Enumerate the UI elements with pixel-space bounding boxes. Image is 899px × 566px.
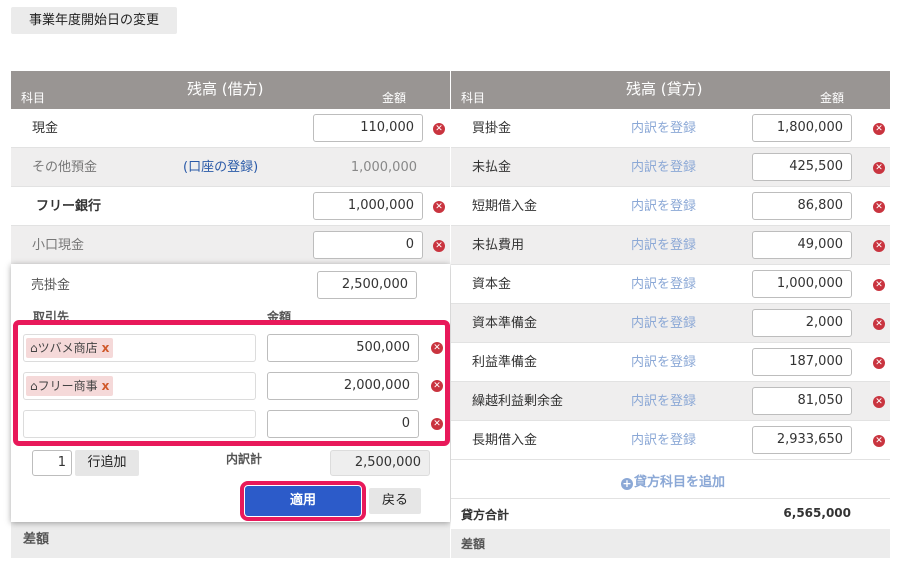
debit-col-amount: 金額 <box>382 91 407 105</box>
row-count-input[interactable]: 1 <box>32 450 72 476</box>
amount-input[interactable]: 2,933,650 <box>752 426 852 454</box>
breakdown-link[interactable]: 内訳を登録 <box>631 148 696 187</box>
register-account-link[interactable]: (口座の登録) <box>183 148 258 187</box>
account-name: 未払金 <box>472 160 512 175</box>
account-name: フリー銀行 <box>36 199 102 214</box>
amount-input[interactable]: 110,000 <box>313 114 423 142</box>
debit-diff-row: 差額 <box>11 522 450 558</box>
breakdown-link[interactable]: 内訳を登録 <box>631 343 696 382</box>
amount-input[interactable]: 1,000,000 <box>752 270 852 298</box>
account-name: 買掛金 <box>472 121 512 136</box>
account-name: 繰越利益剰余金 <box>472 394 564 409</box>
remove-icon[interactable]: ✕ <box>873 279 885 291</box>
account-name: 現金 <box>32 121 59 136</box>
table-row: 繰越利益剰余金 内訳を登録 81,050 ✕ <box>451 382 890 421</box>
table-row: 資本金 内訳を登録 1,000,000 ✕ <box>451 265 890 304</box>
popup-account-amount[interactable]: 2,500,000 <box>317 271 417 299</box>
account-name: 資本金 <box>472 277 512 292</box>
back-button[interactable]: 戻る <box>369 488 421 514</box>
account-name: 未払費用 <box>472 238 525 253</box>
breakdown-link[interactable]: 内訳を登録 <box>631 226 696 265</box>
amount-value: 1,000,000 <box>350 160 417 175</box>
breakdown-link[interactable]: 内訳を登録 <box>631 382 696 421</box>
add-credit-account-link[interactable]: + 貸方科目を追加 <box>621 471 725 490</box>
amount-input[interactable]: 425,500 <box>752 153 852 181</box>
table-row: 利益準備金 内訳を登録 187,000 ✕ <box>451 343 890 382</box>
table-row: 小口現金 0 ✕ <box>11 226 450 265</box>
subtotal-label: 内訳計 <box>226 452 263 466</box>
debit-title: 残高 (借方) <box>187 80 264 98</box>
credit-diff-row: 差額 <box>451 529 890 558</box>
breakdown-link[interactable]: 内訳を登録 <box>631 265 696 304</box>
table-row: 資本準備金 内訳を登録 2,000 ✕ <box>451 304 890 343</box>
table-row: 短期借入金 内訳を登録 86,800 ✕ <box>451 187 890 226</box>
credit-total-label: 貸方合計 <box>461 508 510 522</box>
remove-icon[interactable]: ✕ <box>873 435 885 447</box>
subtotal-value: 2,500,000 <box>330 450 430 476</box>
credit-total-value: 6,565,000 <box>783 506 851 520</box>
credit-col-subject: 科目 <box>461 91 486 105</box>
table-row: 現金 110,000 ✕ <box>11 109 450 148</box>
apply-button[interactable]: 適用 <box>240 481 366 521</box>
amount-input[interactable]: 86,800 <box>752 192 852 220</box>
account-name: 小口現金 <box>32 238 85 253</box>
credit-header: 残高 (貸方) 科目 金額 <box>451 71 890 109</box>
amount-input[interactable]: 81,050 <box>752 387 852 415</box>
credit-total-row: 貸方合計 6,565,000 <box>451 499 890 529</box>
plus-circle-icon: + <box>621 477 633 490</box>
remove-icon[interactable]: ✕ <box>873 123 885 135</box>
table-row: 未払金 内訳を登録 425,500 ✕ <box>451 148 890 187</box>
amount-input[interactable]: 1,800,000 <box>752 114 852 142</box>
breakdown-link[interactable]: 内訳を登録 <box>631 304 696 343</box>
account-name: 資本準備金 <box>472 316 538 331</box>
change-fiscal-start-button[interactable]: 事業年度開始日の変更 <box>11 7 177 34</box>
remove-icon[interactable]: ✕ <box>873 240 885 252</box>
amount-input[interactable]: 1,000,000 <box>313 192 423 220</box>
account-name: その他預金 <box>32 160 98 175</box>
debit-diff-label: 差額 <box>23 532 50 547</box>
breakdown-link[interactable]: 内訳を登録 <box>631 421 696 460</box>
partner-rows-highlight <box>13 320 450 446</box>
debit-col-subject: 科目 <box>21 91 46 105</box>
table-row: 買掛金 内訳を登録 1,800,000 ✕ <box>451 109 890 148</box>
account-name: 長期借入金 <box>472 433 538 448</box>
remove-icon[interactable]: ✕ <box>873 357 885 369</box>
amount-input[interactable]: 187,000 <box>752 348 852 376</box>
add-row-button[interactable]: 行追加 <box>75 450 139 476</box>
credit-diff-label: 差額 <box>461 537 486 551</box>
remove-icon[interactable]: ✕ <box>433 240 445 252</box>
breakdown-link[interactable]: 内訳を登録 <box>631 109 696 148</box>
breakdown-link[interactable]: 内訳を登録 <box>631 187 696 226</box>
remove-icon[interactable]: ✕ <box>873 396 885 408</box>
table-row: フリー銀行 1,000,000 ✕ <box>11 187 450 226</box>
table-row: 長期借入金 内訳を登録 2,933,650 ✕ <box>451 421 890 460</box>
add-credit-row: + 貸方科目を追加 <box>451 460 890 499</box>
credit-col-amount: 金額 <box>820 91 845 105</box>
remove-icon[interactable]: ✕ <box>433 123 445 135</box>
remove-icon[interactable]: ✕ <box>873 162 885 174</box>
amount-input[interactable]: 49,000 <box>752 231 852 259</box>
remove-icon[interactable]: ✕ <box>873 318 885 330</box>
table-row: 未払費用 内訳を登録 49,000 ✕ <box>451 226 890 265</box>
account-name: 短期借入金 <box>472 199 538 214</box>
table-row: その他預金 (口座の登録) 1,000,000 <box>11 148 450 187</box>
credit-title: 残高 (貸方) <box>626 80 703 98</box>
remove-icon[interactable]: ✕ <box>433 201 445 213</box>
debit-header: 残高 (借方) 科目 金額 <box>11 71 450 109</box>
popup-account-name: 売掛金 <box>31 278 71 293</box>
amount-input[interactable]: 0 <box>313 231 423 259</box>
remove-icon[interactable]: ✕ <box>873 201 885 213</box>
add-credit-account-label: 貸方科目を追加 <box>634 475 726 490</box>
amount-input[interactable]: 2,000 <box>752 309 852 337</box>
account-name: 利益準備金 <box>472 355 538 370</box>
